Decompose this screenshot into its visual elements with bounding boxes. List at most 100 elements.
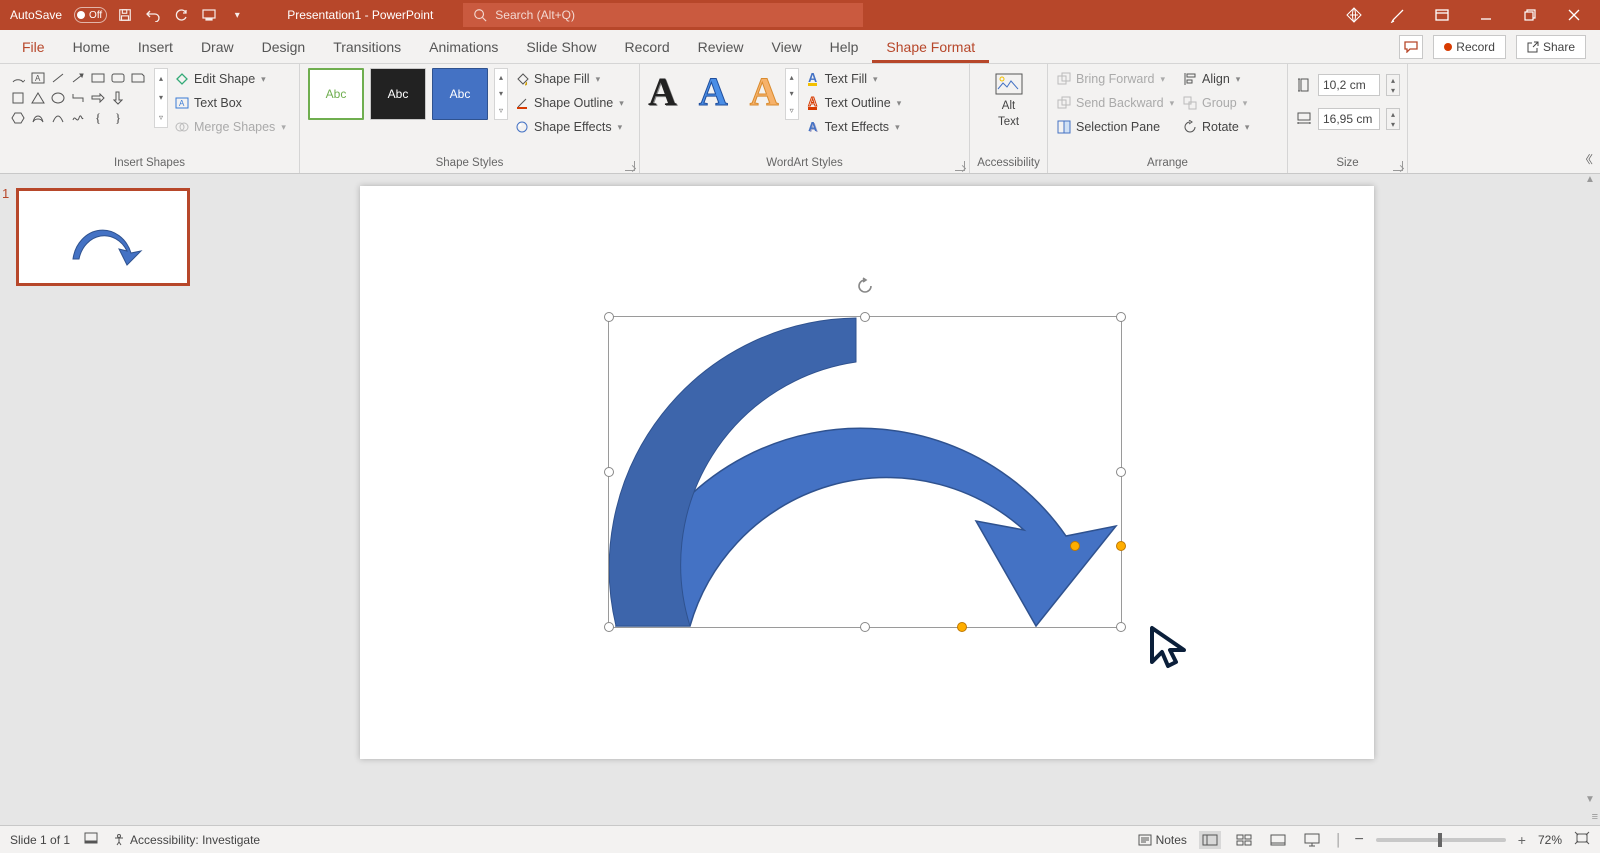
resize-handle-tm[interactable] (860, 312, 870, 322)
text-effects-button[interactable]: AText Effects▾ (805, 116, 902, 138)
accessibility-status[interactable]: Accessibility: Investigate (112, 833, 260, 847)
shapes-gallery-scroll[interactable]: ▴▾▿ (154, 68, 168, 128)
adjust-handle-2[interactable] (1070, 541, 1080, 551)
tab-review[interactable]: Review (684, 30, 758, 63)
tab-view[interactable]: View (758, 30, 816, 63)
maximize-button[interactable] (1520, 5, 1540, 25)
text-outline-button[interactable]: AText Outline▾ (805, 92, 902, 114)
fit-to-window-button[interactable] (1574, 831, 1590, 848)
tab-record[interactable]: Record (610, 30, 683, 63)
resize-handle-br[interactable] (1116, 622, 1126, 632)
redo-icon[interactable] (171, 5, 191, 25)
size-launcher[interactable] (1393, 161, 1403, 171)
shape-hex-icon[interactable] (8, 108, 28, 128)
shape-rbrace-icon[interactable]: } (108, 108, 128, 128)
resize-handle-bl[interactable] (604, 622, 614, 632)
shape-square-icon[interactable] (8, 88, 28, 108)
wordart-launcher[interactable] (955, 161, 965, 171)
tab-file[interactable]: File (8, 30, 59, 63)
shape-arc-icon[interactable] (8, 68, 28, 88)
shape-styles-scroll[interactable]: ▴▾▿ (494, 68, 508, 120)
resize-handle-bm[interactable] (860, 622, 870, 632)
pen-icon[interactable] (1388, 5, 1408, 25)
edit-shape-button[interactable]: Edit Shape▾ (174, 68, 286, 90)
rotate-button[interactable]: Rotate▾ (1182, 116, 1262, 138)
normal-view-button[interactable] (1199, 831, 1221, 849)
shape-rect-icon[interactable] (88, 68, 108, 88)
shape-outline-button[interactable]: Shape Outline▾ (514, 92, 624, 114)
style-swatch-3[interactable]: Abc (432, 68, 488, 120)
splitter-icon[interactable]: ≡ (1592, 811, 1598, 823)
rotation-handle[interactable] (855, 277, 875, 297)
zoom-slider[interactable] (1376, 838, 1506, 842)
shape-styles-gallery[interactable]: Abc Abc Abc (308, 68, 488, 120)
collapse-ribbon-icon[interactable]: 〈〈 (1580, 151, 1591, 167)
diamond-icon[interactable] (1344, 5, 1364, 25)
shape-styles-launcher[interactable] (625, 161, 635, 171)
wordart-style-2[interactable]: A (699, 68, 728, 115)
resize-handle-mr[interactable] (1116, 467, 1126, 477)
autosave-toggle[interactable]: Off (74, 7, 107, 23)
language-icon[interactable] (84, 831, 98, 848)
shape-height-input[interactable]: 10,2 cm (1318, 74, 1380, 96)
shape-textbox-icon[interactable]: A (28, 68, 48, 88)
slideshow-view-button[interactable] (1301, 831, 1323, 849)
ribbon-display-icon[interactable] (1432, 5, 1452, 25)
shape-fill-button[interactable]: Shape Fill▾ (514, 68, 624, 90)
wordart-gallery[interactable]: A A A (648, 68, 779, 115)
zoom-in-button[interactable]: + (1518, 832, 1526, 848)
wordart-scroll[interactable]: ▴▾▿ (785, 68, 799, 120)
qat-more-icon[interactable]: ▾ (227, 5, 247, 25)
shape-roundrect-icon[interactable] (108, 68, 128, 88)
wordart-style-1[interactable]: A (648, 68, 677, 115)
slide-thumbnail-1[interactable] (16, 188, 190, 286)
tab-design[interactable]: Design (248, 30, 320, 63)
resize-handle-ml[interactable] (604, 467, 614, 477)
shape-scribble-icon[interactable] (68, 108, 88, 128)
adjust-handle-3[interactable] (1116, 541, 1126, 551)
shape-connector-icon[interactable] (68, 88, 88, 108)
from-beginning-icon[interactable] (199, 5, 219, 25)
minimize-button[interactable] (1476, 5, 1496, 25)
notes-button[interactable]: Notes (1138, 833, 1187, 847)
wordart-style-3[interactable]: A (750, 68, 779, 115)
resize-handle-tl[interactable] (604, 312, 614, 322)
alt-text-button[interactable]: Alt Text (985, 68, 1033, 128)
text-fill-button[interactable]: AText Fill▾ (805, 68, 902, 90)
width-spinner[interactable]: ▴▾ (1386, 108, 1400, 130)
shape-oval-icon[interactable] (48, 88, 68, 108)
shape-arrowline-icon[interactable] (68, 68, 88, 88)
reading-view-button[interactable] (1267, 831, 1289, 849)
tab-insert[interactable]: Insert (124, 30, 187, 63)
align-button[interactable]: Align▾ (1182, 68, 1262, 90)
sorter-view-button[interactable] (1233, 831, 1255, 849)
shape-triangle-icon[interactable] (28, 88, 48, 108)
tab-help[interactable]: Help (816, 30, 873, 63)
tab-animations[interactable]: Animations (415, 30, 512, 63)
selection-pane-button[interactable]: Selection Pane (1056, 116, 1176, 138)
adjust-handle-1[interactable] (957, 622, 967, 632)
tab-transitions[interactable]: Transitions (319, 30, 415, 63)
close-button[interactable] (1564, 5, 1584, 25)
shape-curve-icon[interactable] (48, 108, 68, 128)
save-icon[interactable] (115, 5, 135, 25)
shape-line-icon[interactable] (48, 68, 68, 88)
slide[interactable] (360, 186, 1374, 759)
share-button[interactable]: Share (1516, 35, 1586, 59)
style-swatch-1[interactable]: Abc (308, 68, 364, 120)
shape-arrow-icon[interactable] (88, 88, 108, 108)
height-spinner[interactable]: ▴▾ (1386, 74, 1400, 96)
shape-width-input[interactable]: 16,95 cm (1318, 108, 1380, 130)
tab-slideshow[interactable]: Slide Show (512, 30, 610, 63)
vertical-scrollbar[interactable]: ▲▼ (1582, 174, 1598, 825)
comments-button[interactable] (1399, 35, 1423, 59)
tab-shape-format[interactable]: Shape Format (872, 30, 989, 63)
slide-canvas[interactable]: ▲▼ ≡ (240, 174, 1600, 825)
text-box-button[interactable]: AText Box (174, 92, 286, 114)
shape-freeform-icon[interactable] (28, 108, 48, 128)
style-swatch-2[interactable]: Abc (370, 68, 426, 120)
resize-handle-tr[interactable] (1116, 312, 1126, 322)
tab-home[interactable]: Home (59, 30, 124, 63)
zoom-level[interactable]: 72% (1538, 833, 1562, 847)
shape-arrowdown-icon[interactable] (108, 88, 128, 108)
